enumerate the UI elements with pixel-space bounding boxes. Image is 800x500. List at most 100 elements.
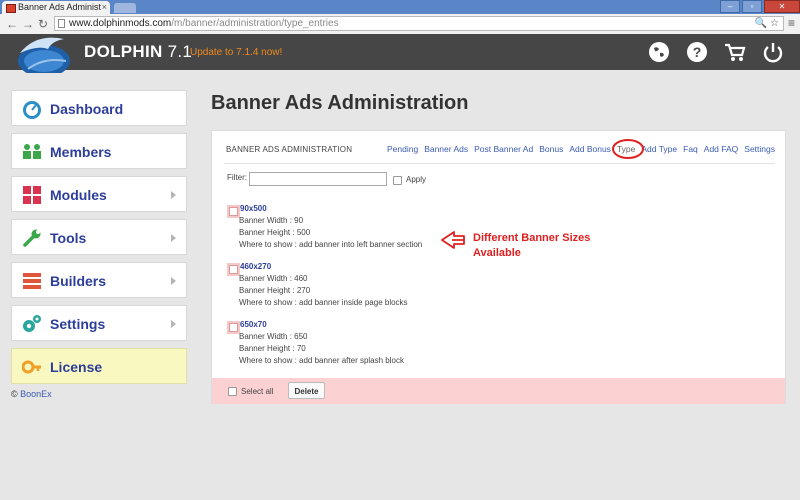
sidebar-item-dashboard[interactable]: Dashboard [11,90,187,126]
url-domain: www.dolphinmods.com [69,18,172,29]
entry-checkbox[interactable] [227,205,240,218]
sidebar-item-modules[interactable]: Modules [11,176,187,212]
dashboard-icon [23,101,41,119]
cart-icon[interactable] [724,41,746,63]
url-input[interactable]: www.dolphinmods.com/m/banner/administrat… [54,16,784,31]
apply-label: Apply [406,175,427,184]
entry-checkbox[interactable] [227,321,240,334]
brand-version: 7.1 [167,42,193,61]
select-all-label: Select all [241,387,274,396]
new-tab-button[interactable] [114,3,136,13]
nav-add-faq[interactable]: Add FAQ [704,144,739,154]
entry-width: Banner Width : 650 [239,332,308,341]
entry-height: Banner Height : 500 [239,228,311,237]
chevron-right-icon [171,277,176,285]
boonex-link[interactable]: BoonEx [20,389,52,399]
browser-menu-icon[interactable]: ≡ [788,16,795,30]
chevron-right-icon [171,234,176,242]
key-icon [22,360,41,374]
svg-text:?: ? [693,44,702,60]
entry-title-link[interactable]: 650x70 [240,320,267,329]
modules-icon [23,186,41,204]
builders-icon [23,273,41,289]
admin-panel: BANNER ADS ADMINISTRATION Pending Banner… [211,130,786,404]
divider [224,163,775,164]
tab-close-icon[interactable]: × [102,1,107,14]
sidebar-item-label: Dashboard [50,101,124,117]
back-icon[interactable]: ← [6,16,18,32]
apply-checkbox[interactable] [393,176,402,185]
sidebar-item-members[interactable]: Members [11,133,187,169]
filter-input[interactable] [249,172,387,186]
delete-button[interactable]: Delete [288,382,325,399]
entry-where: Where to show : add banner inside page b… [239,298,408,307]
annotation-text: Different Banner Sizes Available [473,231,590,261]
sidebar-item-label: Builders [50,273,107,289]
minimize-icon[interactable]: – [720,0,740,13]
gears-icon [23,315,41,332]
nav-bonus[interactable]: Bonus [539,144,563,154]
reload-icon[interactable]: ↻ [38,16,48,32]
nav-pending[interactable]: Pending [387,144,418,154]
entry-title-link[interactable]: 460x270 [240,262,271,271]
entry-where: Where to show : add banner after splash … [239,356,404,365]
close-window-icon[interactable]: ✕ [764,0,800,13]
sidebar-item-tools[interactable]: Tools [11,219,187,255]
sidebar-item-builders[interactable]: Builders [11,262,187,298]
entry-height: Banner Height : 270 [239,286,311,295]
entry-checkbox[interactable] [227,263,240,276]
entry-height: Banner Height : 70 [239,344,306,353]
sidebar-item-settings[interactable]: Settings [11,305,187,341]
panel-nav: Pending Banner Ads Post Banner Ad Bonus … [381,144,775,154]
select-all-checkbox[interactable] [228,387,237,396]
entry-width: Banner Width : 90 [239,216,304,225]
sidebar-item-label: Settings [50,316,106,332]
extension-icons[interactable]: 🔍 ☆ [755,17,779,30]
page-icon [58,19,65,28]
nav-post-banner-ad[interactable]: Post Banner Ad [474,144,533,154]
browser-tab[interactable]: Banner Ads Administ × [2,1,110,14]
entry-width: Banner Width : 460 [239,274,308,283]
brand-name: DOLPHIN 7.1 [84,42,193,61]
sidebar-item-label: Members [50,144,112,160]
window-controls: – ▫ ✕ [718,0,800,13]
entry-where: Where to show : add banner into left ban… [239,240,423,249]
globe-icon[interactable] [648,41,670,63]
nav-type[interactable]: Type [617,144,635,154]
sidebar: Dashboard Members Modules Tools Builders… [11,90,187,391]
power-icon[interactable] [762,41,784,63]
chevron-right-icon [171,320,176,328]
sidebar-item-license[interactable]: License [11,348,187,384]
nav-settings[interactable]: Settings [744,144,775,154]
panel-title: BANNER ADS ADMINISTRATION [226,145,353,154]
nav-faq[interactable]: Faq [683,144,698,154]
annotation-line: Different Banner Sizes [473,232,591,244]
favicon-icon [6,4,16,13]
bulk-actions-bar: Select all Delete [212,378,785,404]
members-icon [23,144,41,159]
sidebar-item-label: License [50,359,103,375]
forward-icon[interactable]: → [22,16,34,32]
nav-banner-ads[interactable]: Banner Ads [424,144,468,154]
url-path: /m/banner/administration/type_entries [171,18,339,29]
nav-add-type[interactable]: Add Type [641,144,677,154]
wrench-icon [23,229,41,247]
sidebar-item-label: Tools [50,230,87,246]
filter-label: Filter: [227,173,247,182]
browser-tabbar: Banner Ads Administ × – ▫ ✕ [0,0,800,14]
address-bar: ← → ↻ www.dolphinmods.com/m/banner/admin… [0,14,800,35]
footer-copyright: © BoonEx [11,389,52,399]
site-header: DOLPHIN 7.1 Update to 7.1.4 now! ? [0,31,800,73]
nav-add-bonus[interactable]: Add Bonus [569,144,611,154]
help-icon[interactable]: ? [686,41,708,63]
page-title: Banner Ads Administration [211,92,469,114]
header-icons: ? [632,41,784,63]
entry-title-link[interactable]: 90x500 [240,204,267,213]
update-link[interactable]: Update to 7.1.4 now! [190,47,282,58]
maximize-icon[interactable]: ▫ [742,0,762,13]
sidebar-item-label: Modules [50,187,107,203]
tab-title: Banner Ads Administ [18,2,102,12]
annotation-line: Available [473,247,521,259]
dolphin-logo-icon[interactable] [14,31,74,73]
chevron-right-icon [171,191,176,199]
